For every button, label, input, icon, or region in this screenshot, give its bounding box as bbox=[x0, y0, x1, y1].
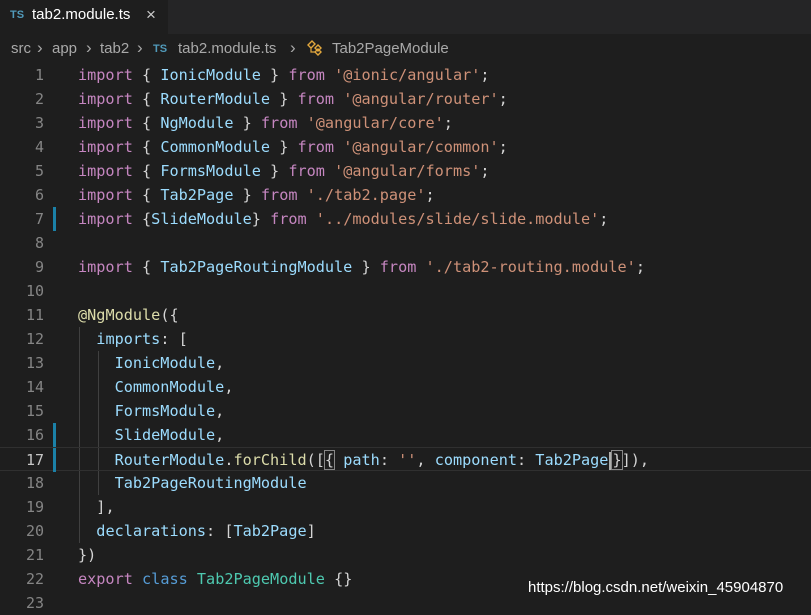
code-text: RouterModule.forChild([{ path: '', compo… bbox=[114, 450, 650, 470]
typescript-file-icon: TS bbox=[10, 9, 25, 21]
line-number: 20 bbox=[25, 522, 44, 540]
code-line[interactable]: 15 FormsModule, bbox=[0, 399, 811, 423]
watermark-text: https://blog.csdn.net/weixin_45904870 bbox=[528, 579, 784, 596]
code-text: Tab2PageRoutingModule bbox=[114, 474, 307, 492]
code-line[interactable]: 3 import { NgModule } from '@angular/cor… bbox=[0, 111, 811, 135]
code-editor[interactable]: 1 import { IonicModule } from '@ionic/an… bbox=[0, 63, 811, 612]
code-line[interactable]: 14 CommonModule, bbox=[0, 375, 811, 399]
line-number: 2 bbox=[34, 90, 44, 108]
line-number: 8 bbox=[34, 234, 44, 252]
line-number: 3 bbox=[34, 114, 44, 132]
code-text: imports: [ bbox=[96, 330, 188, 348]
code-line[interactable]: 13 IonicModule, bbox=[0, 351, 811, 375]
code-line[interactable]: 6 import { Tab2Page } from './tab2.page'… bbox=[0, 183, 811, 207]
line-number: 12 bbox=[25, 330, 44, 348]
line-number: 1 bbox=[34, 66, 44, 84]
tab-title: tab2.module.ts bbox=[32, 6, 131, 23]
chevron-right-icon: › bbox=[290, 38, 296, 57]
code-text: declarations: [Tab2Page] bbox=[96, 522, 316, 540]
line-number: 9 bbox=[34, 258, 44, 276]
line-number: 11 bbox=[25, 306, 44, 324]
code-line[interactable]: 10 bbox=[0, 279, 811, 303]
code-line[interactable]: 8 bbox=[0, 231, 811, 255]
breadcrumb-item-symbol[interactable]: Tab2PageModule bbox=[332, 40, 449, 57]
line-number: 22 bbox=[25, 570, 44, 588]
code-line-current[interactable]: 17 RouterModule.forChild([{ path: '', co… bbox=[0, 447, 811, 472]
typescript-file-icon: TS bbox=[153, 43, 168, 55]
code-text: import { RouterModule } from '@angular/r… bbox=[78, 90, 508, 108]
code-line[interactable]: 18 Tab2PageRoutingModule bbox=[0, 471, 811, 495]
code-line[interactable]: 4 import { CommonModule } from '@angular… bbox=[0, 135, 811, 159]
code-text: import { CommonModule } from '@angular/c… bbox=[78, 138, 508, 156]
code-text: import { NgModule } from '@angular/core'… bbox=[78, 114, 453, 132]
code-line[interactable]: 16 SlideModule, bbox=[0, 423, 811, 447]
modified-line-indicator bbox=[53, 423, 56, 447]
code-text: import {SlideModule} from '../modules/sl… bbox=[78, 210, 609, 228]
line-number: 19 bbox=[25, 498, 44, 516]
code-line[interactable]: 7 import {SlideModule} from '../modules/… bbox=[0, 207, 811, 231]
code-line[interactable]: 2 import { RouterModule } from '@angular… bbox=[0, 87, 811, 111]
breadcrumb-item-app[interactable]: app bbox=[52, 40, 77, 57]
symbol-class-icon bbox=[307, 40, 322, 56]
line-number: 15 bbox=[25, 402, 44, 420]
chevron-right-icon: › bbox=[86, 38, 92, 57]
line-number: 13 bbox=[25, 354, 44, 372]
line-number: 6 bbox=[34, 186, 44, 204]
line-number: 14 bbox=[25, 378, 44, 396]
code-text: CommonModule, bbox=[114, 378, 234, 396]
line-number: 10 bbox=[25, 282, 44, 300]
code-text: ], bbox=[96, 498, 115, 516]
code-text: import { Tab2PageRoutingModule } from '.… bbox=[78, 258, 645, 276]
line-number: 4 bbox=[34, 138, 44, 156]
modified-line-indicator bbox=[53, 448, 56, 472]
code-text: @NgModule({ bbox=[78, 306, 179, 324]
line-number: 18 bbox=[25, 474, 44, 492]
code-line[interactable]: 5 import { FormsModule } from '@angular/… bbox=[0, 159, 811, 183]
code-line[interactable]: 1 import { IonicModule } from '@ionic/an… bbox=[0, 63, 811, 87]
code-line[interactable]: 12 imports: [ bbox=[0, 327, 811, 351]
modified-line-indicator bbox=[53, 207, 56, 231]
code-line[interactable]: 21 }) bbox=[0, 543, 811, 567]
chevron-right-icon: › bbox=[37, 38, 43, 57]
breadcrumb-item-file[interactable]: tab2.module.ts bbox=[178, 40, 276, 57]
code-text: SlideModule, bbox=[114, 426, 225, 444]
line-number: 7 bbox=[34, 210, 44, 228]
code-text: import { Tab2Page } from './tab2.page'; bbox=[78, 186, 435, 204]
code-line[interactable]: 11 @NgModule({ bbox=[0, 303, 811, 327]
close-icon[interactable]: × bbox=[146, 5, 156, 25]
chevron-right-icon: › bbox=[137, 38, 143, 57]
code-text: }) bbox=[78, 546, 97, 564]
tab-bar: TS tab2.module.ts × bbox=[0, 0, 811, 34]
breadcrumb-item-src[interactable]: src bbox=[11, 40, 31, 57]
code-text: IonicModule, bbox=[114, 354, 225, 372]
breadcrumb-item-tab2[interactable]: tab2 bbox=[100, 40, 129, 57]
line-number: 5 bbox=[34, 162, 44, 180]
line-number: 23 bbox=[25, 594, 44, 612]
code-text: import { IonicModule } from '@ionic/angu… bbox=[78, 66, 490, 84]
line-number: 17 bbox=[25, 451, 44, 469]
code-text: export class Tab2PageModule {} bbox=[78, 570, 353, 588]
tab-tab2-module[interactable]: TS tab2.module.ts × bbox=[0, 0, 168, 34]
code-line[interactable]: 9 import { Tab2PageRoutingModule } from … bbox=[0, 255, 811, 279]
code-text: FormsModule, bbox=[114, 402, 225, 420]
line-number: 16 bbox=[25, 426, 44, 444]
code-line[interactable]: 20 declarations: [Tab2Page] bbox=[0, 519, 811, 543]
code-text: import { FormsModule } from '@angular/fo… bbox=[78, 162, 490, 180]
line-number: 21 bbox=[25, 546, 44, 564]
code-line[interactable]: 19 ], bbox=[0, 495, 811, 519]
breadcrumb: src › app › tab2 › TS tab2.module.ts › T… bbox=[0, 35, 811, 63]
